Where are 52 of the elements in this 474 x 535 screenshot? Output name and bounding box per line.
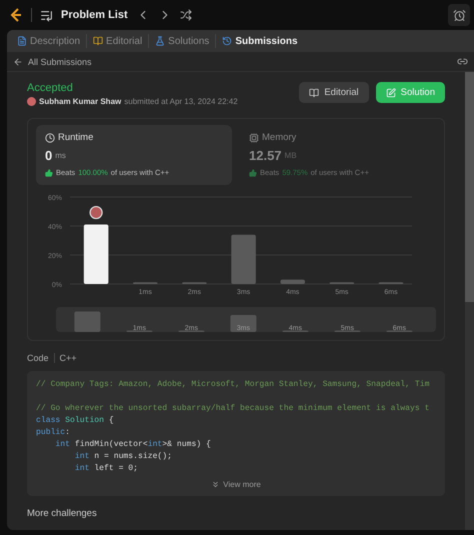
shuffle-icon[interactable] <box>180 9 192 21</box>
editorial-button[interactable]: Editorial <box>299 82 369 103</box>
back-arrow-icon[interactable] <box>13 56 23 66</box>
code-line: class Solution { <box>36 415 115 427</box>
scrollbar[interactable] <box>465 72 474 530</box>
bar <box>84 224 108 284</box>
tab[interactable]: Submissions <box>220 36 300 46</box>
tab[interactable]: Editorial <box>91 36 144 46</box>
code-line: // Go wherever the unsorted subarray/half because the minimum element is always t <box>36 403 430 415</box>
stat-value: 12.57 <box>249 148 282 163</box>
bar <box>280 280 305 284</box>
book-icon <box>309 88 320 98</box>
back-link[interactable]: All Submissions <box>28 56 92 66</box>
alarm-clock-icon <box>452 8 466 22</box>
tab[interactable]: Description <box>15 36 82 46</box>
section-heading: More challenges <box>27 508 98 519</box>
alarm-button[interactable] <box>448 4 470 26</box>
document-icon <box>17 36 27 46</box>
stat-unit: ms <box>55 151 66 160</box>
link-icon[interactable] <box>457 56 468 67</box>
clock-icon <box>45 132 55 142</box>
history-icon <box>222 36 232 46</box>
code-line: int left = 0; <box>74 463 140 475</box>
bar <box>231 234 256 284</box>
flask-icon <box>155 36 166 46</box>
code-label: Code <box>27 353 49 363</box>
avatar-icon <box>27 97 36 106</box>
view-more-button[interactable]: View more <box>205 479 267 490</box>
avatar-icon <box>90 206 103 220</box>
page-title: Problem List <box>61 9 128 21</box>
list-icon[interactable] <box>40 8 53 22</box>
language-label: C++ <box>60 353 77 363</box>
edit-icon <box>386 88 396 98</box>
stat-unit: MB <box>284 151 297 160</box>
logo-icon[interactable] <box>10 8 23 22</box>
stat-label: Runtime <box>58 132 94 143</box>
code-line: int n = nums.size(); <box>74 451 174 463</box>
thumbs-up-icon <box>45 168 53 176</box>
stat-label: Memory <box>262 132 296 143</box>
status-text: Accepted <box>27 82 74 94</box>
book-icon <box>93 36 104 46</box>
code-line: int findMin(vector<int>& nums) { <box>54 439 212 451</box>
solution-button[interactable]: Solution <box>376 82 445 103</box>
tab[interactable]: Solutions <box>153 36 212 46</box>
chip-icon <box>249 132 259 142</box>
code-line: // Company Tags: Amazon, Adobe, Microsoft, Morgan Stanley, Samsung, Snapdeal, Tim <box>36 379 430 391</box>
submission-time: submitted at Apr 13, 2024 22:42 <box>124 97 238 106</box>
thumbs-up-icon <box>249 168 257 176</box>
stat-value: 0 <box>45 148 52 163</box>
code-line: public: <box>36 427 72 439</box>
author-name[interactable]: Subham Kumar Shaw <box>39 97 122 106</box>
chevrons-down-icon <box>211 480 220 489</box>
